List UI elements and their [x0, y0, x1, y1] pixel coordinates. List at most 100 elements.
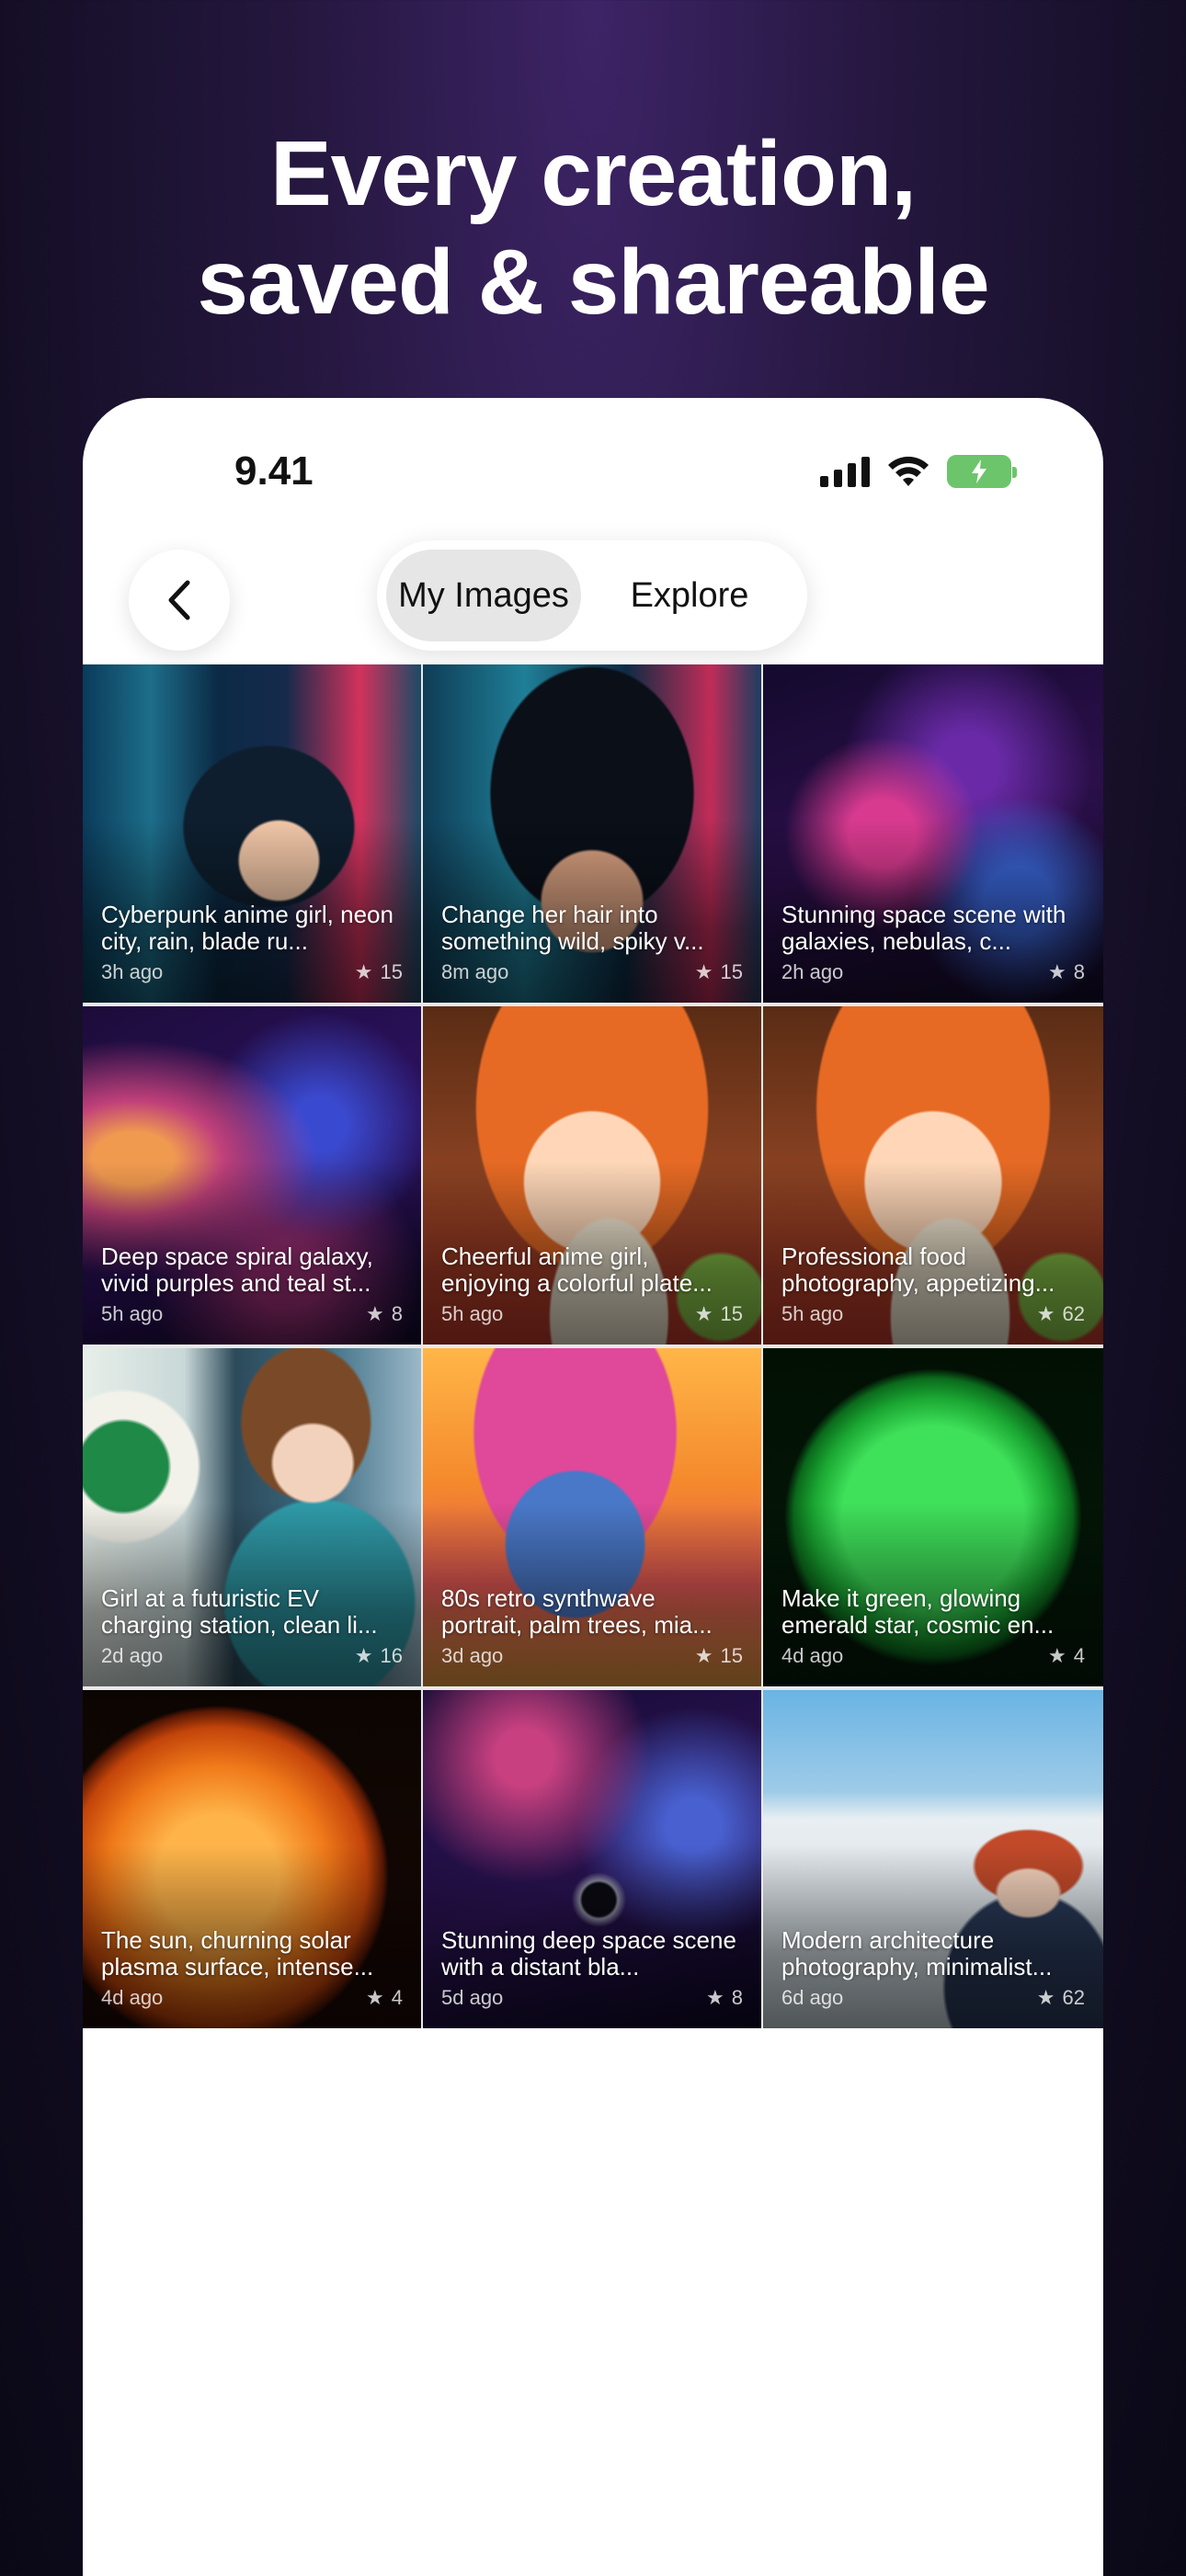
star-count: ★ 8: [706, 1986, 743, 2010]
star-icon: ★: [694, 960, 713, 983]
tile-caption: Deep space spiral galaxy, vivid purples …: [101, 1243, 403, 1326]
star-icon: ★: [1048, 1644, 1066, 1667]
image-age: 3h ago: [101, 960, 164, 983]
image-tile[interactable]: The sun, churning solar plasma surface, …: [83, 1690, 421, 2028]
image-meta: 5d ago ★ 8: [441, 1986, 743, 2010]
image-tile[interactable]: Professional food photography, appetizin…: [763, 1006, 1103, 1345]
wifi-icon: [888, 456, 929, 486]
tile-caption: Make it green, glowing emerald star, cos…: [781, 1585, 1085, 1668]
star-value: 15: [720, 960, 743, 983]
image-age: 5d ago: [441, 1986, 504, 2009]
image-prompt: Stunning space scene with galaxies, nebu…: [781, 902, 1066, 955]
image-prompt: Cyberpunk anime girl, neon city, rain, b…: [101, 902, 393, 955]
image-age: 4d ago: [781, 1644, 844, 1667]
star-count: ★ 15: [355, 960, 403, 984]
image-tile[interactable]: Change her hair into something wild, spi…: [423, 664, 761, 1003]
phone-screen: 9.41 My Images Explore Cyberpunk anime g…: [83, 398, 1103, 2576]
star-value: 8: [731, 1986, 743, 2009]
headline-line-2: saved & shareable: [197, 231, 989, 334]
image-meta: 3h ago ★ 15: [101, 960, 403, 984]
image-age: 8m ago: [441, 960, 509, 983]
image-prompt: Professional food photography, appetizin…: [781, 1243, 1055, 1297]
image-age: 4d ago: [101, 1986, 164, 2009]
star-count: ★ 15: [695, 1644, 743, 1668]
star-icon: ★: [694, 1644, 713, 1667]
tile-caption: Professional food photography, appetizin…: [781, 1243, 1085, 1326]
star-value: 4: [391, 1986, 403, 2009]
star-value: 62: [1062, 1986, 1085, 2009]
star-count: ★ 62: [1037, 1302, 1085, 1326]
image-meta: 5h ago ★ 62: [781, 1302, 1085, 1326]
image-meta: 5h ago ★ 8: [101, 1302, 403, 1326]
image-meta: 4d ago ★ 4: [781, 1644, 1085, 1668]
image-meta: 2d ago ★ 16: [101, 1644, 403, 1668]
star-count: ★ 8: [366, 1302, 403, 1326]
tile-caption: 80s retro synthwave portrait, palm trees…: [441, 1585, 743, 1668]
star-icon: ★: [354, 960, 373, 983]
image-prompt: Stunning deep space scene with a distant…: [441, 1927, 736, 1980]
tab-explore[interactable]: Explore: [581, 550, 798, 641]
status-icons: [820, 455, 1017, 488]
star-value: 62: [1062, 1302, 1085, 1325]
tile-caption: Stunning space scene with galaxies, nebu…: [781, 902, 1085, 984]
star-count: ★ 4: [366, 1986, 403, 2010]
star-icon: ★: [366, 1986, 384, 2009]
signal-icon: [820, 456, 870, 487]
image-prompt: Cheerful anime girl, enjoying a colorful…: [441, 1243, 713, 1297]
image-tile[interactable]: Stunning space scene with galaxies, nebu…: [763, 664, 1103, 1003]
star-count: ★ 8: [1048, 960, 1085, 984]
image-prompt: Change her hair into something wild, spi…: [441, 902, 704, 955]
tile-caption: Modern architecture photography, minimal…: [781, 1927, 1085, 2010]
image-age: 6d ago: [781, 1986, 844, 2009]
tile-caption: Change her hair into something wild, spi…: [441, 902, 743, 984]
image-prompt: Make it green, glowing emerald star, cos…: [781, 1585, 1055, 1639]
image-tile[interactable]: Girl at a futuristic EV charging station…: [83, 1348, 421, 1686]
star-icon: ★: [1036, 1986, 1055, 2009]
star-value: 8: [1073, 960, 1085, 983]
image-tile[interactable]: Cyberpunk anime girl, neon city, rain, b…: [83, 664, 421, 1003]
tab-my-images[interactable]: My Images: [386, 550, 581, 641]
image-prompt: 80s retro synthwave portrait, palm trees…: [441, 1585, 713, 1639]
star-count: ★ 4: [1048, 1644, 1085, 1668]
status-bar: 9.41: [83, 398, 1103, 536]
image-grid: Cyberpunk anime girl, neon city, rain, b…: [83, 664, 1103, 2028]
image-age: 5h ago: [101, 1302, 164, 1325]
image-prompt: Girl at a futuristic EV charging station…: [101, 1585, 378, 1639]
image-tile[interactable]: Cheerful anime girl, enjoying a colorful…: [423, 1006, 761, 1345]
star-value: 15: [380, 960, 403, 983]
image-age: 5h ago: [781, 1302, 844, 1325]
star-value: 4: [1073, 1644, 1085, 1667]
status-time: 9.41: [234, 448, 314, 494]
star-count: ★ 15: [695, 960, 743, 984]
top-nav: My Images Explore: [83, 540, 1103, 651]
star-value: 15: [720, 1644, 743, 1667]
chevron-left-icon: [168, 580, 190, 620]
image-prompt: Deep space spiral galaxy, vivid purples …: [101, 1243, 373, 1297]
image-prompt: The sun, churning solar plasma surface, …: [101, 1927, 374, 1980]
star-icon: ★: [1048, 960, 1066, 983]
star-value: 16: [380, 1644, 403, 1667]
image-age: 3d ago: [441, 1644, 504, 1667]
tile-caption: Cheerful anime girl, enjoying a colorful…: [441, 1243, 743, 1326]
battery-charging-icon: [947, 455, 1017, 488]
image-tile[interactable]: Modern architecture photography, minimal…: [763, 1690, 1103, 2028]
image-meta: 2h ago ★ 8: [781, 960, 1085, 984]
star-value: 15: [720, 1302, 743, 1325]
star-icon: ★: [366, 1302, 384, 1325]
image-tile[interactable]: 80s retro synthwave portrait, palm trees…: [423, 1348, 761, 1686]
image-tile[interactable]: Stunning deep space scene with a distant…: [423, 1690, 761, 2028]
tile-caption: Cyberpunk anime girl, neon city, rain, b…: [101, 902, 403, 984]
image-tile[interactable]: Make it green, glowing emerald star, cos…: [763, 1348, 1103, 1686]
tile-caption: Girl at a futuristic EV charging station…: [101, 1585, 403, 1668]
star-icon: ★: [706, 1986, 724, 2009]
tile-caption: Stunning deep space scene with a distant…: [441, 1927, 743, 2010]
star-value: 8: [391, 1302, 403, 1325]
back-button[interactable]: [129, 550, 230, 651]
image-prompt: Modern architecture photography, minimal…: [781, 1927, 1053, 1980]
star-count: ★ 15: [695, 1302, 743, 1326]
image-age: 5h ago: [441, 1302, 504, 1325]
tile-caption: The sun, churning solar plasma surface, …: [101, 1927, 403, 2010]
image-tile[interactable]: Deep space spiral galaxy, vivid purples …: [83, 1006, 421, 1345]
image-meta: 5h ago ★ 15: [441, 1302, 743, 1326]
star-icon: ★: [1036, 1302, 1055, 1325]
